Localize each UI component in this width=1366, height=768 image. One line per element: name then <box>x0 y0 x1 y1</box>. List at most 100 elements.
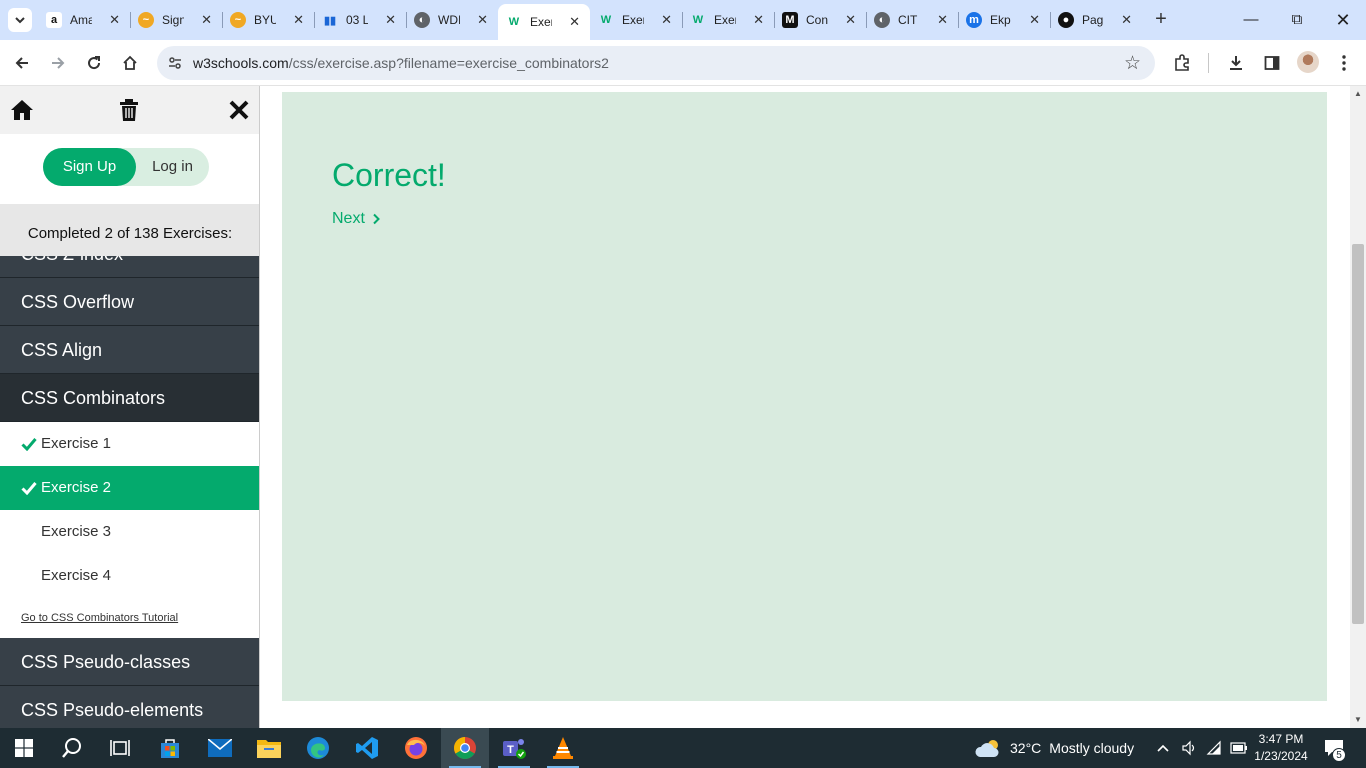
browser-tab[interactable]: ~ BYU ✕ <box>222 4 314 36</box>
next-link[interactable]: Next <box>332 210 381 228</box>
chevron-down-icon <box>15 17 25 24</box>
browser-tab[interactable]: a Ama ✕ <box>38 4 130 36</box>
trash-icon[interactable] <box>116 97 142 123</box>
browser-tab[interactable]: ◐ CIT ✕ <box>866 4 958 36</box>
tutorial-link[interactable]: Go to CSS Combinators Tutorial <box>0 598 259 638</box>
chrome-button[interactable] <box>441 728 489 768</box>
scrollbar-thumb[interactable] <box>1352 244 1364 624</box>
close-tab-icon[interactable]: ✕ <box>109 12 120 28</box>
scroll-up-arrow[interactable]: ▲ <box>1354 90 1362 98</box>
log-in-button[interactable]: Log in <box>136 148 209 186</box>
tab-title: BYU <box>254 13 276 27</box>
notification-center-button[interactable]: 5 <box>1324 728 1346 768</box>
checkmark-icon <box>21 438 37 451</box>
speaker-icon[interactable] <box>1181 740 1197 756</box>
store-button[interactable] <box>146 728 194 768</box>
teams-button[interactable]: T <box>490 728 538 768</box>
close-tab-icon[interactable]: ✕ <box>845 12 856 28</box>
system-clock[interactable]: 3:47 PM 1/23/2024 <box>1252 731 1310 765</box>
close-tab-icon[interactable]: ✕ <box>385 12 396 28</box>
browser-tab[interactable]: W Exer ✕ <box>590 4 682 36</box>
vlc-button[interactable] <box>539 728 587 768</box>
close-tab-icon[interactable]: ✕ <box>661 12 672 28</box>
close-tab-icon[interactable]: ✕ <box>477 12 488 28</box>
browser-tab[interactable]: M Con ✕ <box>774 4 866 36</box>
exercise-item[interactable]: Exercise 3 <box>0 510 259 554</box>
auth-pill: Sign Up Log in <box>43 148 209 186</box>
side-panel-button[interactable] <box>1260 51 1284 75</box>
battery-icon[interactable] <box>1230 742 1248 754</box>
search-button[interactable] <box>48 728 96 768</box>
start-button[interactable] <box>0 728 48 768</box>
site-info-icon[interactable] <box>167 55 183 71</box>
file-explorer-button[interactable] <box>245 728 293 768</box>
close-icon[interactable] <box>226 97 252 123</box>
close-tab-icon[interactable]: ✕ <box>753 12 764 28</box>
tab-title: Exer <box>714 13 736 27</box>
chevron-up-icon[interactable] <box>1156 743 1170 753</box>
bookmark-star-icon[interactable]: ☆ <box>1124 52 1141 75</box>
result-panel: Correct! Next <box>282 92 1327 701</box>
profile-avatar[interactable] <box>1297 51 1319 73</box>
restore-button[interactable]: ⧉ <box>1274 6 1320 34</box>
exercise-label: Exercise 2 <box>41 479 112 496</box>
browser-tab[interactable]: ● Pag ✕ <box>1050 4 1142 36</box>
svg-text:T: T <box>507 744 514 756</box>
browser-tab[interactable]: ◐ WDI ✕ <box>406 4 498 36</box>
arrow-right-icon <box>52 57 65 69</box>
new-tab-button[interactable]: + <box>1152 8 1170 30</box>
browser-tab[interactable]: W Exer ✕ <box>682 4 774 36</box>
chapter-list: CSS Z-indexCSS OverflowCSS Align CSS Com… <box>0 256 259 728</box>
chrome-menu-button[interactable] <box>1332 51 1356 75</box>
close-tab-icon[interactable]: ✕ <box>569 14 580 30</box>
browser-tab[interactable]: ▮▮ 03 L ✕ <box>314 4 406 36</box>
chapter-item-css-combinators[interactable]: CSS Combinators <box>0 374 259 422</box>
scroll-down-arrow[interactable]: ▼ <box>1354 716 1362 724</box>
close-tab-icon[interactable]: ✕ <box>1029 12 1040 28</box>
download-icon <box>1230 56 1242 70</box>
edge-button[interactable] <box>294 728 342 768</box>
browser-tab[interactable]: ~ Sign ✕ <box>130 4 222 36</box>
task-view-button[interactable] <box>96 728 144 768</box>
extensions-button[interactable] <box>1170 51 1194 75</box>
weather-widget[interactable]: 32°C Mostly cloudy <box>975 728 1134 768</box>
chapter-item[interactable]: CSS Z-index <box>0 256 259 278</box>
exercise-item[interactable]: Exercise 2 <box>0 466 259 510</box>
browser-tab[interactable]: m Ekp ✕ <box>958 4 1050 36</box>
exercise-item[interactable]: Exercise 4 <box>0 554 259 598</box>
reload-button[interactable] <box>82 51 106 75</box>
firefox-button[interactable] <box>392 728 440 768</box>
next-label: Next <box>332 210 365 227</box>
close-tab-icon[interactable]: ✕ <box>1121 12 1132 28</box>
address-bar[interactable]: w3schools.com/css/exercise.asp?filename=… <box>157 46 1155 80</box>
chapter-item[interactable]: CSS Align <box>0 326 259 374</box>
sign-up-button[interactable]: Sign Up <box>43 148 136 186</box>
home-icon[interactable] <box>9 97 35 123</box>
vscode-button[interactable] <box>343 728 391 768</box>
chapter-item[interactable]: CSS Overflow <box>0 278 259 326</box>
home-button[interactable] <box>118 51 142 75</box>
chevron-right-icon <box>373 213 380 225</box>
wifi-icon[interactable] <box>1206 740 1222 756</box>
forward-button[interactable] <box>46 51 70 75</box>
chapter-item[interactable]: CSS Pseudo-elements <box>0 686 259 728</box>
exercise-item[interactable]: Exercise 1 <box>0 422 259 466</box>
mail-button[interactable] <box>196 728 244 768</box>
close-tab-icon[interactable]: ✕ <box>201 12 212 28</box>
tab-search-button[interactable] <box>8 8 32 32</box>
browser-tab[interactable]: W Exer ✕ <box>498 4 590 40</box>
back-button[interactable] <box>10 51 34 75</box>
minimize-button[interactable]: — <box>1228 6 1274 34</box>
tab-title: 03 L <box>346 13 368 27</box>
chapter-item[interactable]: CSS Pseudo-classes <box>0 638 259 686</box>
page-scrollbar[interactable]: ▲ ▼ <box>1350 86 1366 728</box>
exercise-label: Exercise 4 <box>41 567 112 584</box>
close-tab-icon[interactable]: ✕ <box>937 12 948 28</box>
tab-title: Exer <box>530 15 552 29</box>
m-logo-icon: M <box>782 12 798 28</box>
close-window-button[interactable]: ✕ <box>1320 6 1366 34</box>
w3schools-icon: W <box>692 14 704 26</box>
folder-icon <box>257 740 281 758</box>
downloads-button[interactable] <box>1224 51 1248 75</box>
close-tab-icon[interactable]: ✕ <box>293 12 304 28</box>
